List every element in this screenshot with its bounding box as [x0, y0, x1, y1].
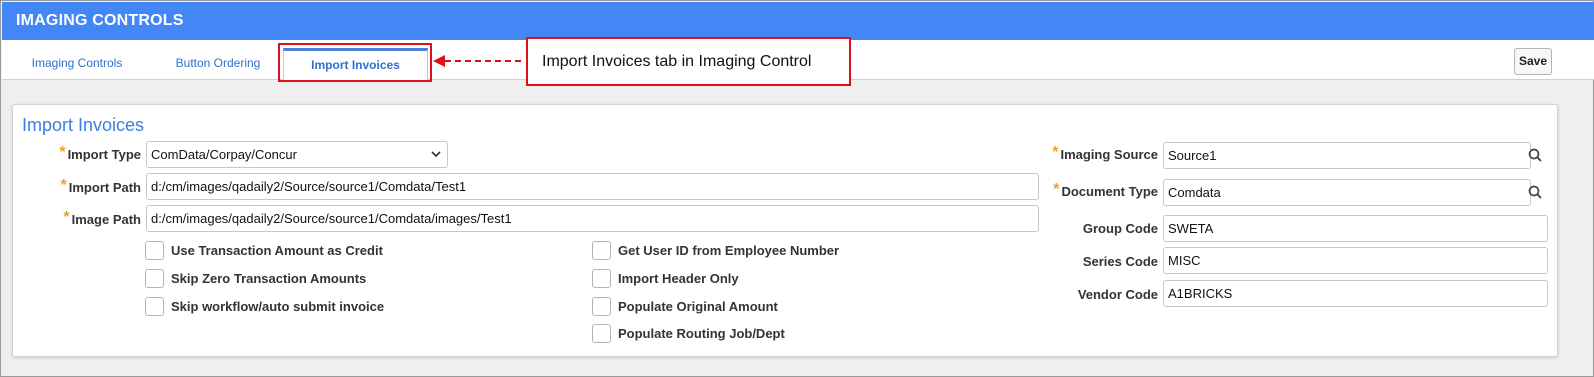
checkbox-label: Skip Zero Transaction Amounts — [171, 271, 367, 286]
checkbox[interactable] — [592, 324, 611, 343]
panel-title: Import Invoices — [22, 115, 145, 135]
checkbox[interactable] — [145, 241, 164, 260]
checkbox[interactable] — [592, 269, 611, 288]
annotation-callout: Import Invoices tab in Imaging Control — [526, 37, 851, 86]
page-title: IMAGING CONTROLS — [16, 12, 184, 29]
document-type-label: * Document Type — [1053, 181, 1158, 199]
required-star-icon: * — [60, 177, 67, 194]
search-icon[interactable] — [1525, 180, 1545, 205]
vendor-code-label: Vendor Code — [1077, 287, 1158, 302]
tab-highlight-box — [278, 43, 432, 82]
required-star-icon: * — [59, 144, 66, 161]
group-code-input[interactable]: SWETA — [1163, 215, 1548, 242]
checkbox[interactable] — [592, 297, 611, 316]
imaging-controls-window: IMAGING CONTROLS Imaging Controls Button… — [0, 0, 1594, 377]
group-code-label: Group Code — [1082, 221, 1158, 236]
vendor-code-input[interactable]: A1BRICKS — [1163, 280, 1548, 307]
series-code-input[interactable]: MISC — [1163, 247, 1548, 274]
image-path-label: * Image Path — [63, 209, 141, 227]
import-type-select[interactable]: ComData/Corpay/Concur — [146, 141, 448, 168]
checkbox[interactable] — [145, 269, 164, 288]
import-type-label: * Import Type — [59, 144, 141, 162]
checkbox-label: Import Header Only — [618, 271, 739, 286]
checkbox[interactable] — [592, 241, 611, 260]
chevron-down-icon — [431, 142, 441, 167]
tab-button-ordering[interactable]: Button Ordering — [162, 48, 274, 78]
checkbox-label: Populate Routing Job/Dept — [618, 326, 785, 341]
tab-imaging-controls[interactable]: Imaging Controls — [22, 48, 132, 78]
imaging-source-input[interactable]: Source1 — [1163, 142, 1531, 169]
checkbox-label: Skip workflow/auto submit invoice — [171, 299, 385, 314]
title-bar: IMAGING CONTROLS — [2, 2, 1594, 40]
required-star-icon: * — [63, 209, 70, 226]
checkbox-label: Get User ID from Employee Number — [618, 243, 840, 258]
save-button[interactable]: Save — [1514, 48, 1552, 75]
checkbox[interactable] — [145, 297, 164, 316]
annotation-arrow-icon — [433, 55, 523, 67]
search-icon[interactable] — [1525, 143, 1545, 168]
checkbox-label: Populate Original Amount — [618, 299, 778, 314]
checkbox-label: Use Transaction Amount as Credit — [171, 243, 383, 258]
series-code-label: Series Code — [1082, 254, 1158, 269]
imaging-source-label: * Imaging Source — [1052, 144, 1158, 162]
import-path-label: * Import Path — [60, 177, 141, 195]
required-star-icon: * — [1053, 181, 1060, 198]
document-type-input[interactable]: Comdata — [1163, 179, 1531, 206]
image-path-input[interactable]: d:/cm/images/qadaily2/Source/source1/Com… — [146, 205, 1039, 232]
import-path-input[interactable]: d:/cm/images/qadaily2/Source/source1/Com… — [146, 173, 1039, 200]
required-star-icon: * — [1052, 144, 1059, 161]
import-invoices-panel: Import Invoices * Import Type ComData/Cor… — [12, 104, 1558, 357]
